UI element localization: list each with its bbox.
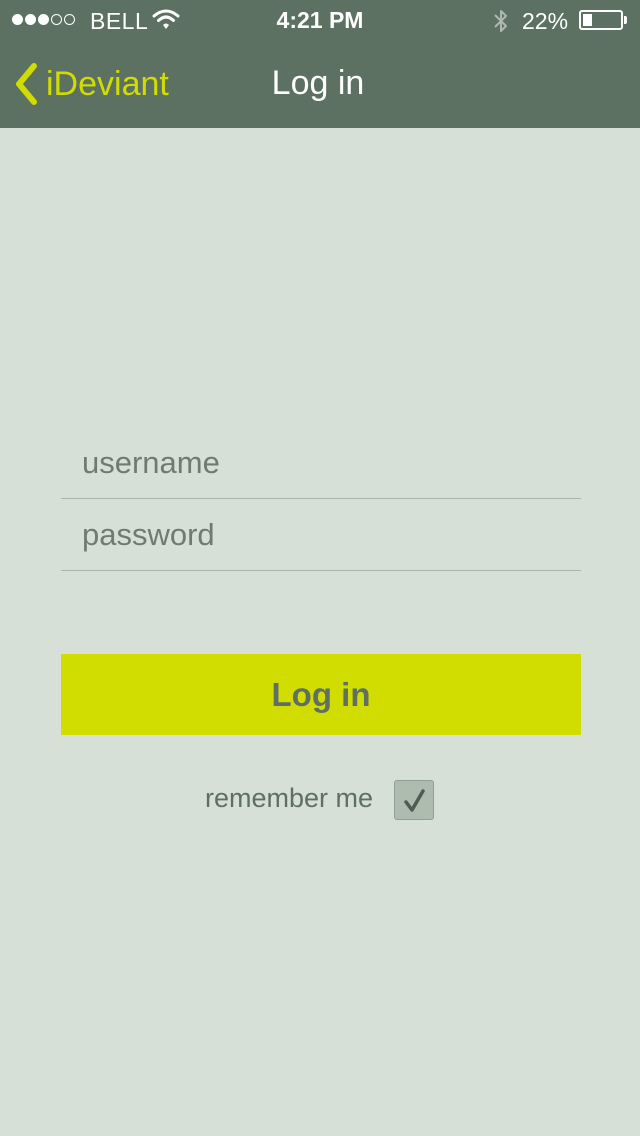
- battery-percentage: 22%: [522, 8, 569, 34]
- username-input[interactable]: [82, 441, 562, 485]
- password-input[interactable]: [82, 513, 562, 557]
- bluetooth-icon: [494, 10, 507, 32]
- page-title: Log in: [271, 64, 365, 102]
- login-button[interactable]: Log in: [61, 654, 581, 735]
- password-field: [61, 499, 581, 571]
- username-field: [61, 427, 581, 499]
- top-bar: BELL 4:21 PM 22% iDeviant Log in: [0, 0, 640, 128]
- status-bar: BELL 4:21 PM 22%: [0, 0, 640, 40]
- battery-nub: [624, 16, 627, 24]
- remember-me-label: remember me: [205, 783, 374, 813]
- checkmark-icon: [404, 789, 425, 812]
- remember-me-checkbox[interactable]: [394, 780, 434, 820]
- battery-icon: [579, 10, 623, 30]
